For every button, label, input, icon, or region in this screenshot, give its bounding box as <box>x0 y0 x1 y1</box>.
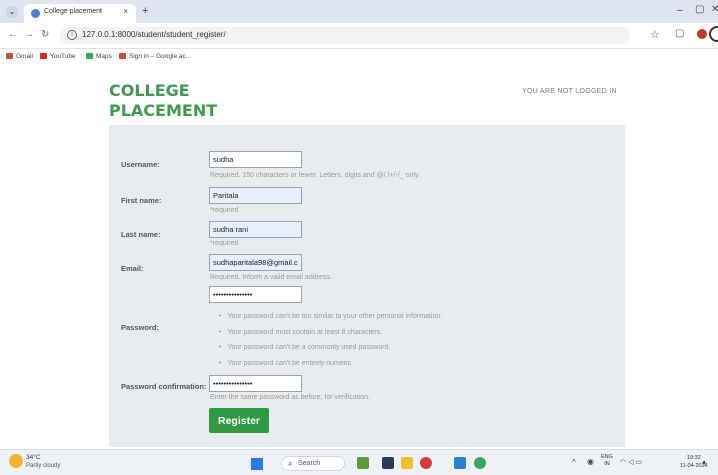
first-name-field[interactable]: Paritala <box>209 187 302 204</box>
password-confirmation-field[interactable]: ••••••••••••••• <box>209 375 302 392</box>
os-taskbar: 34°C Partly cloudy ⌕ Search ^ ◉ ENG IN ◠… <box>0 449 718 475</box>
windows-start-icon[interactable] <box>251 458 263 470</box>
password-field[interactable]: ••••••••••••••• <box>209 286 302 303</box>
password-rule: Your password can't be entirely numeric. <box>219 356 442 372</box>
search-icon: ⌕ <box>288 459 293 468</box>
bookmarks-bar: Gmail YouTube Maps Sign in – Google ac..… <box>0 50 718 66</box>
weather-temperature[interactable]: 34°C <box>26 454 41 461</box>
bookmark-maps[interactable]: Maps <box>86 53 112 60</box>
browser-tab-strip: ⌄ College placement × + – ▢ ✕ <box>0 0 718 23</box>
notification-bell-icon[interactable]: ♦ <box>702 458 706 467</box>
email-field[interactable]: sudhaparitala98@gmail.c <box>209 254 302 271</box>
youtube-icon <box>40 53 47 59</box>
last-name-label: Last name: <box>121 230 161 239</box>
globe-icon <box>31 9 40 18</box>
last-name-help: *required <box>210 240 239 247</box>
reload-icon[interactable]: ↻ <box>41 29 49 40</box>
bookmark-label: Maps <box>96 53 112 60</box>
chrome-browser-icon[interactable] <box>420 457 432 469</box>
bookmark-youtube[interactable]: YouTube <box>40 53 76 60</box>
password-rule: Your password must contain at least 8 ch… <box>219 325 442 341</box>
browser-toolbar: ← → ↻ i 127.0.0.1:8000/student/student_r… <box>0 23 718 49</box>
password-label: Password: <box>121 323 159 332</box>
register-button[interactable]: Register <box>209 408 269 433</box>
gmail-icon <box>119 53 126 59</box>
brand-line-2: PLACEMENT <box>109 101 218 120</box>
site-info-icon[interactable]: i <box>67 30 77 40</box>
new-tab-button[interactable]: + <box>142 5 148 17</box>
password-rules: Your password can't be too similar to yo… <box>219 309 442 371</box>
edge-browser-icon[interactable] <box>474 457 486 469</box>
bookmark-google-signin[interactable]: Sign in – Google ac... <box>119 53 191 60</box>
login-status: YOU ARE NOT LOGGED IN <box>522 88 617 95</box>
taskbar-search-label: Search <box>298 460 321 467</box>
gmail-icon <box>6 53 13 59</box>
bookmark-label: Sign in – Google ac... <box>129 53 192 60</box>
registration-form: Username: sudha Required. 150 characters… <box>109 125 625 447</box>
first-name-label: First name: <box>121 196 162 205</box>
tab-title: College placement <box>44 8 102 15</box>
language-indicator[interactable]: ENG IN <box>601 454 613 468</box>
weather-sun-icon[interactable] <box>9 454 23 468</box>
bookmark-label: Gmail <box>16 53 33 60</box>
chevron-up-icon[interactable]: ^ <box>572 458 576 467</box>
password-confirmation-label: Password confirmation: <box>121 382 207 391</box>
last-name-field[interactable]: sudha rani <box>209 221 302 238</box>
language-code: ENG <box>601 454 613 460</box>
tab-search-button[interactable]: ⌄ <box>6 6 18 18</box>
widgets-app-icon[interactable] <box>357 457 369 469</box>
site-header: COLLEGE PLACEMENT YOU ARE NOT LOGGED IN <box>0 66 718 128</box>
brand-line-1: COLLEGE <box>109 81 190 100</box>
first-name-help: *required <box>210 207 239 214</box>
vscode-icon[interactable] <box>454 457 466 469</box>
maps-icon <box>86 53 93 59</box>
email-help: Required. Inform a valid email address. <box>210 274 332 281</box>
wifi-volume-battery-icon[interactable]: ◠ ◁ ▭ <box>620 458 642 466</box>
browser-tab[interactable]: College placement × <box>24 4 136 23</box>
bookmark-gmail[interactable]: Gmail <box>6 53 33 60</box>
bookmark-star-icon[interactable]: ☆ <box>650 28 660 41</box>
region-code: IN <box>604 461 610 467</box>
file-explorer-icon[interactable] <box>401 457 413 469</box>
password-confirmation-help: Enter the same password as before, for v… <box>210 394 370 401</box>
network-icon[interactable]: ◉ <box>587 457 594 466</box>
extension-badge-icon[interactable] <box>697 29 707 39</box>
site-brand[interactable]: COLLEGE PLACEMENT <box>109 81 217 121</box>
password-rule: Your password can't be a commonly used p… <box>219 340 442 356</box>
taskbar-search[interactable]: ⌕ Search <box>281 456 345 471</box>
weather-description[interactable]: Partly cloudy <box>26 463 60 469</box>
extensions-icon[interactable]: ▢ <box>675 28 684 39</box>
bookmark-label: YouTube <box>50 53 76 60</box>
forward-arrow-icon[interactable]: → <box>24 29 34 40</box>
back-arrow-icon[interactable]: ← <box>8 29 18 40</box>
username-help: Required. 150 characters or fewer. Lette… <box>210 172 420 179</box>
restore-button[interactable]: ▢ <box>695 4 704 15</box>
username-label: Username: <box>121 160 160 169</box>
minimize-button[interactable]: – <box>677 5 683 16</box>
task-view-icon[interactable] <box>382 457 394 469</box>
email-label: Email: <box>121 264 144 273</box>
window-close-button[interactable]: ✕ <box>711 4 718 15</box>
password-rule: Your password can't be too similar to yo… <box>219 309 442 325</box>
address-bar[interactable]: i 127.0.0.1:8000/student/student_registe… <box>60 27 630 44</box>
url-text[interactable]: 127.0.0.1:8000/student/student_register/ <box>82 30 226 39</box>
profile-avatar[interactable] <box>709 26 718 42</box>
username-field[interactable]: sudha <box>209 151 302 168</box>
tab-close-button[interactable]: × <box>123 7 128 16</box>
